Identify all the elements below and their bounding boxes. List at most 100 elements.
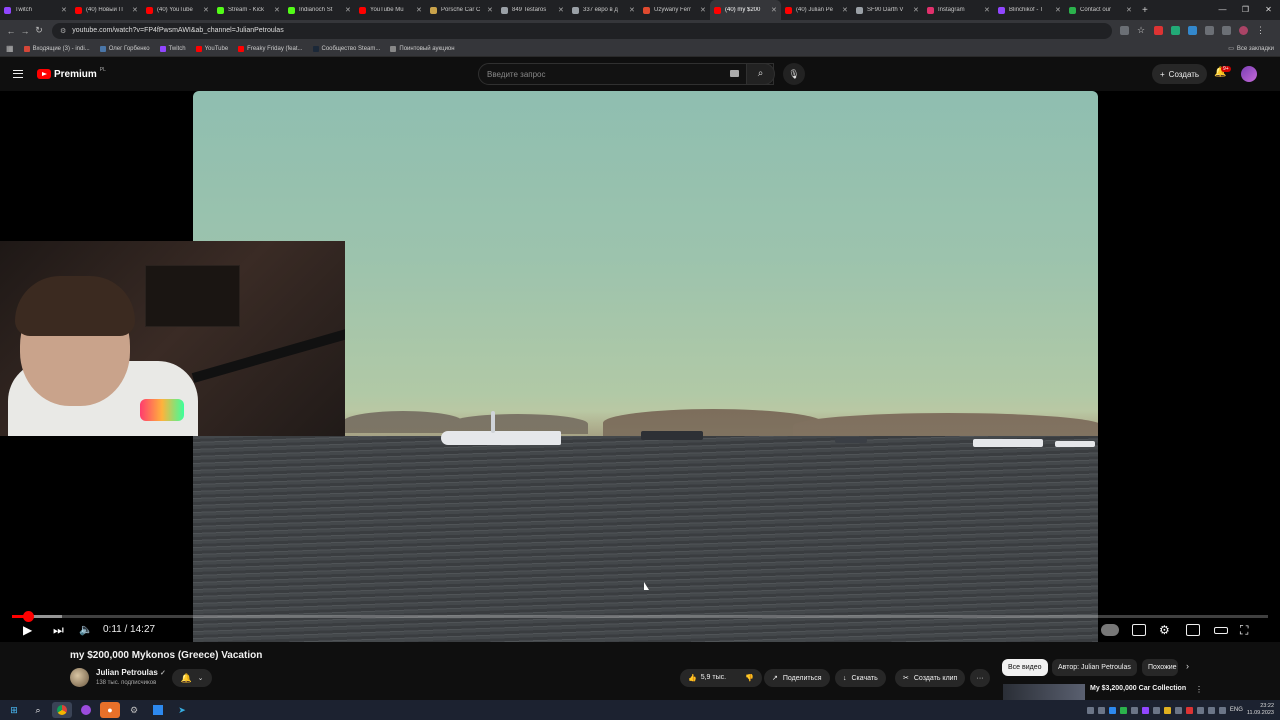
volume-icon[interactable] (1218, 706, 1226, 714)
dislike-button[interactable]: 👎 (745, 674, 754, 682)
tab-close-icon[interactable]: ✕ (345, 6, 351, 14)
play-icon[interactable]: ▶ (23, 621, 32, 639)
menu-dots-icon[interactable]: ⋮ (1256, 26, 1265, 35)
browser-tab[interactable]: YouTube Mu ✕ (355, 0, 426, 20)
chrome-icon[interactable] (52, 702, 72, 718)
puzzle-icon[interactable] (1222, 26, 1231, 35)
tab-close-icon[interactable]: ✕ (984, 6, 990, 14)
app-icon[interactable] (148, 702, 168, 718)
bookmark-star-icon[interactable]: ☆ (1137, 26, 1146, 35)
channel-name[interactable]: Julian Petroulas ✓ (96, 668, 166, 677)
tab-close-icon[interactable]: ✕ (771, 6, 777, 14)
restore-icon[interactable]: ❐ (1234, 0, 1257, 20)
tray-icon[interactable] (1097, 706, 1105, 714)
browser-tab[interactable]: 337 евро в д ✕ (568, 0, 639, 20)
url-input[interactable]: ⚙ youtube.com/watch?v=FP4fPwsmAWI&ab_cha… (52, 22, 1112, 39)
clip-button[interactable]: ✂ Создать клип (895, 669, 966, 687)
browser-tab[interactable]: Porsche Car C ✕ (426, 0, 497, 20)
bookmark-item[interactable]: Twitch (159, 45, 186, 52)
clock[interactable]: 23:22 11.09.2023 (1247, 703, 1274, 717)
subtitles-icon[interactable] (1132, 624, 1146, 636)
browser-tab[interactable]: Indianoch St ✕ (284, 0, 355, 20)
chip-by-author[interactable]: Автор: Julian Petroulas (1052, 659, 1137, 676)
apps-grid-icon[interactable]: ▦ (6, 44, 14, 53)
search-icon[interactable]: ⌕ (28, 702, 48, 718)
volume-icon[interactable]: 🔈 (79, 621, 93, 639)
browser-tab[interactable]: (40) YouTube ✕ (142, 0, 213, 20)
youtube-logo[interactable]: Premium PL (37, 67, 106, 80)
chip-related[interactable]: Похожие (1142, 659, 1178, 676)
rec-menu-dots-icon[interactable]: ⋮ (1195, 685, 1203, 694)
share-button[interactable]: ↗ Поделиться (764, 669, 830, 687)
wifi-icon[interactable] (1207, 706, 1215, 714)
new-tab-button[interactable]: + (1142, 5, 1148, 16)
bookmark-item[interactable]: Олег Горбенко (99, 45, 150, 52)
bookmark-item[interactable]: YouTube (195, 45, 228, 52)
hamburger-menu-icon[interactable] (13, 70, 23, 78)
tray-icon[interactable] (1196, 706, 1204, 714)
tray-icon[interactable] (1119, 706, 1127, 714)
browser-tab[interactable]: Stream - Kick ✕ (213, 0, 284, 20)
chevron-right-icon[interactable]: › (1186, 661, 1189, 671)
tray-icon[interactable] (1185, 706, 1193, 714)
tab-close-icon[interactable]: ✕ (416, 6, 422, 14)
next-icon[interactable]: ⏭ (53, 621, 64, 639)
tray-icon[interactable] (1086, 706, 1094, 714)
extension-icon[interactable] (1171, 26, 1180, 35)
extension-icon[interactable] (1205, 26, 1214, 35)
theater-mode-icon[interactable] (1214, 627, 1228, 634)
tab-close-icon[interactable]: ✕ (203, 6, 209, 14)
close-window-icon[interactable]: ✕ (1257, 0, 1280, 20)
recommendation-title[interactable]: My $3,200,000 Car Collection (1090, 685, 1186, 692)
browser-tab[interactable]: Contact our ✕ (1065, 0, 1136, 20)
tray-icon[interactable] (1108, 706, 1116, 714)
steam-icon[interactable]: ⚙ (124, 702, 144, 718)
browser-tab[interactable]: Używany Ferr ✕ (639, 0, 710, 20)
channel-avatar[interactable] (70, 668, 89, 687)
more-actions-button[interactable]: ··· (970, 669, 990, 687)
search-button[interactable]: ⌕ (746, 63, 775, 85)
telegram-icon[interactable]: ➤ (172, 702, 192, 718)
reload-icon[interactable]: ↻ (32, 25, 46, 36)
site-info-icon[interactable]: ⚙ (60, 27, 66, 35)
tab-close-icon[interactable]: ✕ (913, 6, 919, 14)
tray-icon[interactable] (1130, 706, 1138, 714)
autoplay-toggle-icon[interactable] (1101, 624, 1119, 636)
like-button[interactable]: 👍 5,9 тыс. (688, 674, 726, 682)
extension-icon[interactable] (1188, 26, 1197, 35)
profile-icon[interactable] (1239, 26, 1248, 35)
app-icon[interactable] (76, 702, 96, 718)
tray-icon[interactable] (1141, 706, 1149, 714)
chip-all-videos[interactable]: Все видео (1002, 659, 1048, 676)
tray-icon[interactable] (1152, 706, 1160, 714)
browser-tab[interactable]: 849 Testaros ✕ (497, 0, 568, 20)
browser-tab[interactable]: SF90 Darth V ✕ (852, 0, 923, 20)
tab-close-icon[interactable]: ✕ (1126, 6, 1132, 14)
cast-icon[interactable] (1120, 26, 1129, 35)
browser-tab[interactable]: Instagram ✕ (923, 0, 994, 20)
fullscreen-icon[interactable]: ⛶ (1240, 621, 1248, 639)
bookmark-item[interactable]: Сообщество Steam... (312, 45, 380, 52)
extension-icon[interactable] (1154, 26, 1163, 35)
tab-close-icon[interactable]: ✕ (132, 6, 138, 14)
back-icon[interactable]: ← (4, 26, 18, 36)
browser-tab[interactable]: Twitch ✕ (0, 0, 71, 20)
windows-start-icon[interactable]: ⊞ (4, 702, 24, 718)
browser-tab[interactable]: (40) Новый П ✕ (71, 0, 142, 20)
recommendation-thumbnail[interactable] (1003, 684, 1085, 700)
tab-close-icon[interactable]: ✕ (487, 6, 493, 14)
tab-close-icon[interactable]: ✕ (61, 6, 67, 14)
subscription-bell-button[interactable]: 🔔 ⌄ (172, 669, 212, 687)
browser-tab[interactable]: Blinchikof - T ✕ (994, 0, 1065, 20)
bookmark-item[interactable]: Входящие (3) - indi... (23, 45, 90, 52)
voice-search-button[interactable]: 🎙 (783, 63, 805, 85)
bookmark-item[interactable]: Поинтовый аукцион (390, 45, 455, 52)
language-indicator[interactable]: ENG (1230, 707, 1243, 713)
create-button[interactable]: + Создать (1152, 64, 1208, 84)
all-bookmarks-button[interactable]: ▭ Все закладки (1228, 45, 1274, 53)
tab-close-icon[interactable]: ✕ (274, 6, 280, 14)
keyboard-icon[interactable] (730, 70, 739, 77)
forward-icon[interactable]: → (18, 26, 32, 36)
browser-tab[interactable]: (40) my $200 ✕ (710, 0, 781, 20)
progress-bar[interactable] (12, 611, 1268, 622)
